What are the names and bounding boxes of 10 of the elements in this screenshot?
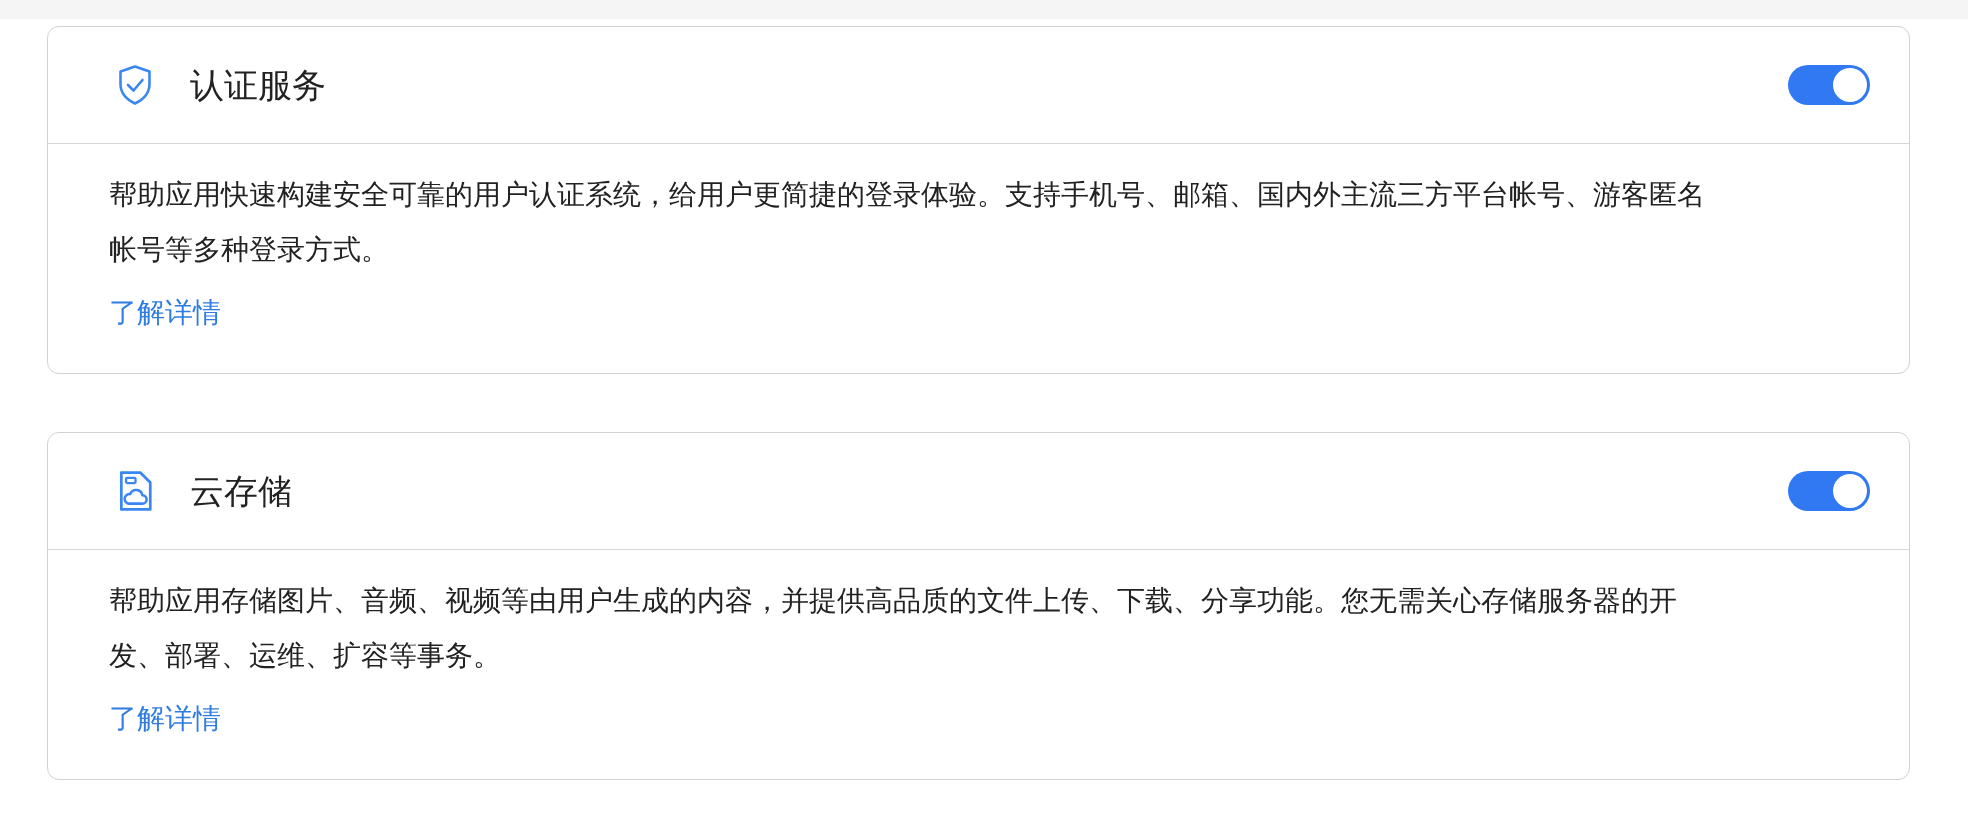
learn-more-link[interactable]: 了解详情 <box>109 293 221 333</box>
learn-more-link[interactable]: 了解详情 <box>109 699 221 739</box>
toggle-switch[interactable] <box>1788 65 1870 105</box>
toggle-switch[interactable] <box>1788 471 1870 511</box>
service-title: 认证服务 <box>190 65 327 106</box>
shield-check-icon <box>118 65 152 105</box>
service-description: 帮助应用快速构建安全可靠的用户认证系统，给用户更简捷的登录体验。支持手机号、邮箱、国内外主流三方平台帐号、游客匿名帐号等多种登录方式。 <box>109 178 1706 267</box>
service-title: 云存储 <box>190 471 293 512</box>
cloud-document-icon <box>118 471 152 511</box>
service-description: 帮助应用存储图片、音频、视频等由用户生成的内容，并提供高品质的文件上传、下载、分享功能。您无需关心存储服务器的开发、部署、运维、扩容等事务。 <box>109 584 1678 673</box>
